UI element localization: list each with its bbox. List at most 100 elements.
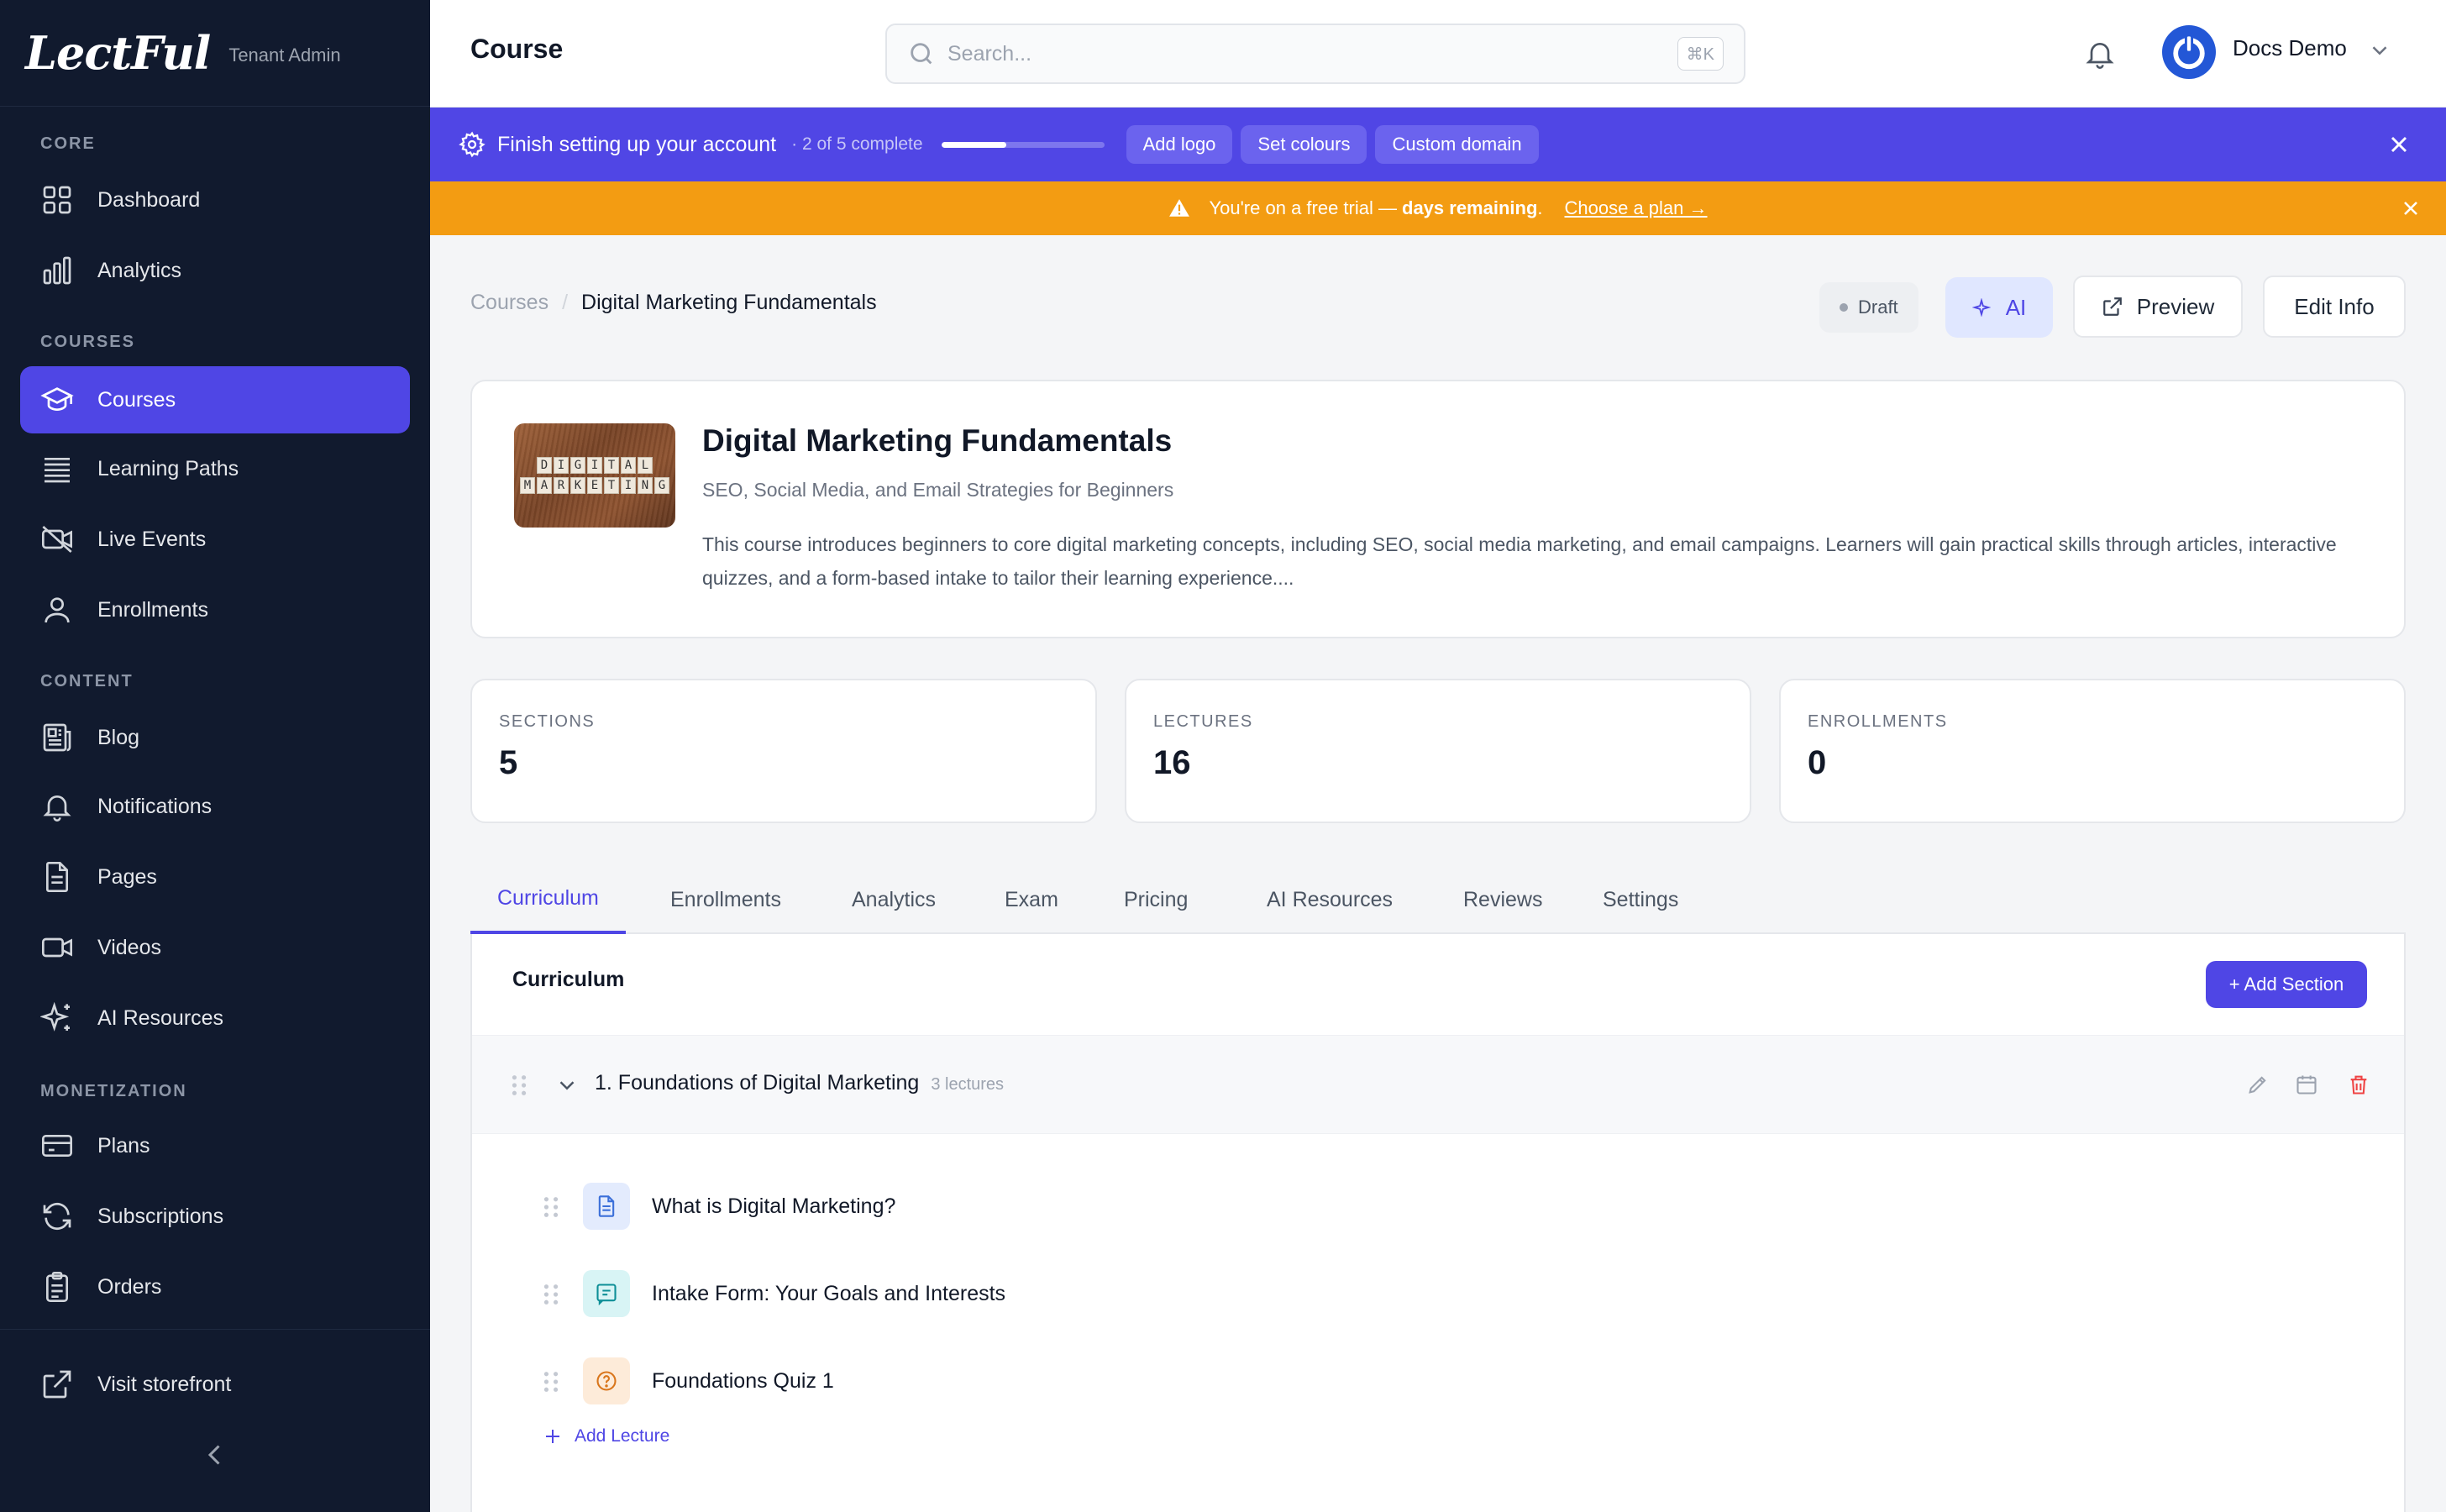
app-logo[interactable]: LectFul — [25, 26, 211, 80]
status-badge: Draft — [1819, 282, 1918, 333]
tab-exam[interactable]: Exam — [978, 865, 1085, 934]
trial-bold-text: days remaining — [1402, 197, 1538, 218]
stat-label: ENROLLMENTS — [1808, 712, 1948, 731]
search-input[interactable] — [947, 41, 1636, 66]
newspaper-icon — [40, 721, 74, 754]
lecture-title: What is Digital Marketing? — [652, 1194, 896, 1218]
lecture-item[interactable]: What is Digital Marketing? — [472, 1173, 2404, 1240]
tab-pricing[interactable]: Pricing — [1097, 865, 1215, 934]
stat-card-enrollments: ENROLLMENTS 0 — [1779, 679, 2406, 823]
trial-text: You're on a free trial — — [1209, 197, 1397, 218]
video-off-icon — [40, 522, 74, 556]
breadcrumb-courses-link[interactable]: Courses — [470, 291, 549, 315]
curriculum-panel: Curriculum + Add Section 1. Foundations … — [470, 934, 2406, 1512]
lecture-item[interactable]: Foundations Quiz 1 — [472, 1347, 2404, 1415]
notifications-bell-icon[interactable] — [2083, 37, 2117, 71]
course-thumbnail: DIGITAL MARKETING — [514, 423, 675, 528]
sidebar-item-enrollments[interactable]: Enrollments — [20, 576, 410, 643]
sidebar-item-learning-paths[interactable]: Learning Paths — [20, 435, 410, 502]
sidebar-item-subscriptions[interactable]: Subscriptions — [20, 1183, 410, 1250]
sidebar-item-label: Enrollments — [97, 597, 208, 622]
status-dot — [1840, 303, 1848, 312]
sidebar-item-notifications[interactable]: Notifications — [20, 773, 410, 840]
sidebar-item-label: Live Events — [97, 527, 207, 551]
form-icon — [583, 1270, 630, 1317]
sidebar-item-courses[interactable]: Courses — [20, 366, 410, 433]
custom-domain-button[interactable]: Custom domain — [1375, 125, 1539, 164]
chevron-down-icon[interactable] — [554, 1073, 580, 1098]
drag-handle-icon[interactable] — [511, 1074, 528, 1096]
collapse-sidebar-icon[interactable] — [200, 1440, 230, 1470]
tab-settings[interactable]: Settings — [1576, 865, 1705, 934]
sidebar-item-analytics[interactable]: Analytics — [20, 237, 410, 304]
trash-icon[interactable] — [2347, 1073, 2370, 1096]
sidebar-item-label: Orders — [97, 1274, 162, 1299]
sidebar-item-label: AI Resources — [97, 1005, 224, 1030]
course-description: This course introduces beginners to core… — [702, 533, 2337, 589]
preview-button[interactable]: Preview — [2073, 276, 2243, 338]
stat-card-lectures: LECTURES 16 — [1125, 679, 1751, 823]
brand: LectFul Tenant Admin — [0, 0, 430, 107]
group-label-monetization: MONETIZATION — [40, 1082, 187, 1100]
clipboard-icon — [40, 1270, 74, 1304]
progress-fill — [941, 141, 1007, 148]
tenant-role-label: Tenant Admin — [228, 45, 341, 66]
section-title-text: 1. Foundations of Digital Marketing — [595, 1071, 920, 1095]
ai-button[interactable]: AI — [1945, 277, 2053, 338]
letter-tile: T — [604, 457, 619, 474]
sidebar-item-label: Plans — [97, 1133, 150, 1158]
thumbnail-tiles-row-1: DIGITAL — [514, 457, 675, 474]
breadcrumb: Courses / Digital Marketing Fundamentals — [470, 291, 877, 315]
sidebar-item-pages[interactable]: Pages — [20, 843, 410, 911]
sidebar-item-visit-storefront[interactable]: Visit storefront — [20, 1351, 410, 1418]
stat-label: LECTURES — [1153, 712, 1253, 731]
close-icon[interactable] — [2399, 197, 2422, 220]
sidebar-item-label: Subscriptions — [97, 1204, 224, 1228]
tab-analytics[interactable]: Analytics — [825, 865, 963, 934]
letter-tile: T — [604, 477, 619, 494]
add-logo-button[interactable]: Add logo — [1126, 125, 1233, 164]
set-colours-button[interactable]: Set colours — [1241, 125, 1367, 164]
sidebar-item-dashboard[interactable]: Dashboard — [20, 166, 410, 234]
user-menu[interactable]: Docs Demo — [2162, 25, 2392, 79]
drag-handle-icon[interactable] — [543, 1371, 559, 1393]
trial-period: . — [1537, 197, 1543, 218]
tab-curriculum[interactable]: Curriculum — [470, 865, 626, 934]
letter-tile: R — [554, 477, 569, 494]
plus-icon — [543, 1426, 563, 1446]
tab-enrollments[interactable]: Enrollments — [643, 865, 808, 934]
sidebar-item-label: Analytics — [97, 258, 182, 282]
breadcrumb-separator: / — [562, 291, 569, 314]
section-row[interactable]: 1. Foundations of Digital Marketing 3 lec… — [472, 1035, 2404, 1134]
add-section-button[interactable]: + Add Section — [2206, 961, 2367, 1008]
close-icon[interactable] — [2386, 131, 2412, 158]
credit-card-icon — [40, 1129, 74, 1163]
breadcrumb-current: Digital Marketing Fundamentals — [581, 291, 877, 314]
drag-handle-icon[interactable] — [543, 1284, 559, 1305]
edit-info-button[interactable]: Edit Info — [2263, 276, 2406, 338]
tab-reviews[interactable]: Reviews — [1436, 865, 1569, 934]
sidebar-item-blog[interactable]: Blog — [20, 704, 410, 771]
sidebar-item-videos[interactable]: Videos — [20, 914, 410, 981]
lecture-item[interactable]: Intake Form: Your Goals and Interests — [472, 1260, 2404, 1327]
calendar-icon[interactable] — [2295, 1073, 2318, 1096]
bell-icon — [40, 790, 74, 823]
sidebar-item-orders[interactable]: Orders — [20, 1253, 410, 1320]
quiz-icon — [583, 1357, 630, 1404]
drag-handle-icon[interactable] — [543, 1196, 559, 1218]
search-box[interactable]: ⌘K — [885, 24, 1745, 84]
add-lecture-button[interactable]: Add Lecture — [543, 1426, 669, 1446]
file-text-icon — [40, 860, 74, 894]
search-icon — [907, 39, 936, 68]
setup-title: Finish setting up your account — [497, 132, 777, 156]
power-logo-icon — [2173, 34, 2205, 70]
tab-ai-resources[interactable]: AI Resources — [1240, 865, 1420, 934]
add-lecture-label: Add Lecture — [575, 1426, 670, 1446]
choose-plan-link[interactable]: Choose a plan → — [1565, 197, 1708, 219]
sidebar-item-live-events[interactable]: Live Events — [20, 506, 410, 573]
edit-pencil-icon[interactable] — [2246, 1073, 2270, 1096]
stat-value: 0 — [1808, 744, 1827, 781]
sidebar-item-plans[interactable]: Plans — [20, 1112, 410, 1179]
refresh-icon — [40, 1200, 74, 1233]
sidebar-item-ai-resources[interactable]: AI Resources — [20, 984, 410, 1052]
